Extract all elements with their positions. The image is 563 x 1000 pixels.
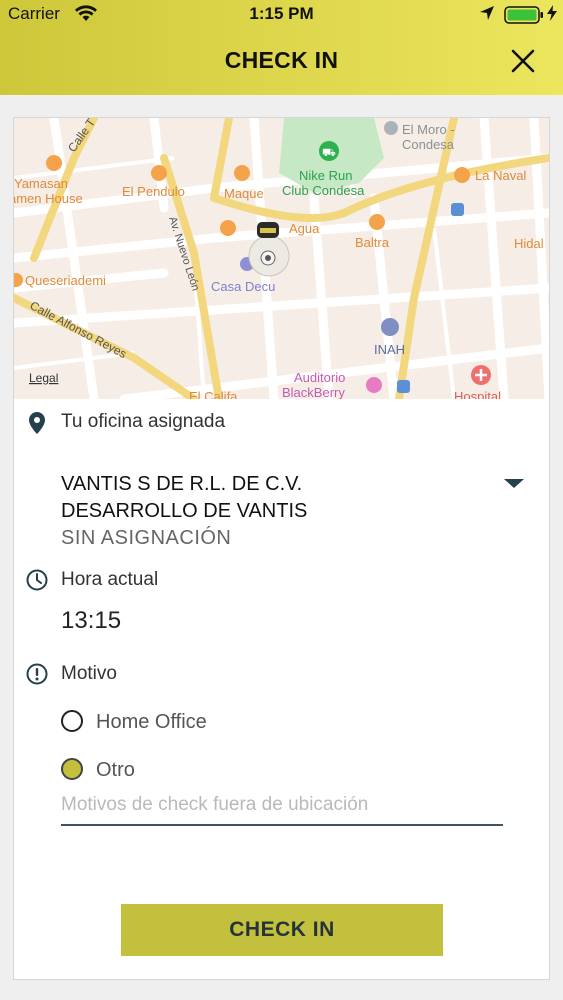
map-label-el-moro-2: Condesa bbox=[402, 137, 455, 152]
motivo-label: Motivo bbox=[61, 663, 117, 684]
map-legal-link: Legal bbox=[29, 371, 58, 385]
office-label: Tu oficina asignada bbox=[61, 411, 226, 432]
map-label-hidal: Hidal bbox=[514, 236, 544, 251]
radio-otro-label[interactable]: Otro bbox=[96, 759, 135, 782]
battery-icon bbox=[504, 6, 543, 24]
hora-value: 13:15 bbox=[61, 607, 122, 634]
close-icon[interactable] bbox=[509, 47, 537, 75]
page-title: CHECK IN bbox=[224, 47, 339, 73]
map-label-baltra: Baltra bbox=[355, 235, 390, 250]
map-label-auditorio-1: Auditorio bbox=[294, 370, 345, 385]
map-label-casa-decu: Casa Decu bbox=[211, 279, 275, 294]
map-label-nike-2: Club Condesa bbox=[282, 183, 365, 198]
location-pin-icon bbox=[29, 412, 45, 434]
map-label-el-califa: El Califa bbox=[189, 389, 238, 399]
map-label-hospital: Hospital bbox=[454, 389, 501, 399]
map-label-queseriademi: Queseriademi bbox=[25, 273, 106, 288]
office-status: SIN ASIGNACIÓN bbox=[61, 527, 232, 549]
header-bar: Carrier 1:15 PM CHECK IN bbox=[0, 0, 563, 95]
chevron-down-icon[interactable] bbox=[501, 474, 527, 492]
location-map[interactable]: ⛟ Nike Run Club Condesa El Moro - Condes… bbox=[14, 118, 549, 399]
map-label-el-pendulo: El Pendulo bbox=[122, 184, 185, 199]
office-name: VANTIS S DE R.L. DE C.V. bbox=[61, 473, 303, 495]
charging-bolt-icon bbox=[547, 5, 557, 21]
clock-icon bbox=[26, 569, 48, 591]
reason-input[interactable] bbox=[61, 785, 503, 826]
map-label-yamasan-1: Yamasan bbox=[14, 176, 68, 191]
svg-text:⛟: ⛟ bbox=[322, 147, 336, 159]
radio-otro[interactable] bbox=[61, 758, 83, 780]
map-label-maque: Maque bbox=[224, 186, 264, 201]
map-label-inah: INAH bbox=[374, 342, 405, 357]
hora-label: Hora actual bbox=[61, 569, 159, 590]
office-department: DESARROLLO DE VANTIS bbox=[61, 500, 308, 522]
status-bar: Carrier 1:15 PM bbox=[0, 0, 563, 28]
alert-icon bbox=[26, 663, 48, 685]
map-label-la-naval: La Naval bbox=[475, 168, 526, 183]
map-label-yamasan-2: amen House bbox=[14, 191, 83, 206]
location-arrow-icon bbox=[480, 6, 494, 20]
map-label-auditorio-2: BlackBerry bbox=[282, 385, 345, 399]
radio-home-office-label[interactable]: Home Office bbox=[96, 711, 207, 734]
map-label-agua: Agua bbox=[289, 221, 320, 236]
map-label-el-moro-1: El Moro - bbox=[402, 122, 455, 137]
map-label-nike-1: Nike Run bbox=[299, 168, 352, 183]
radio-home-office[interactable] bbox=[61, 710, 83, 732]
checkin-card: ⛟ Nike Run Club Condesa El Moro - Condes… bbox=[13, 117, 550, 980]
checkin-button[interactable]: CHECK IN bbox=[121, 904, 443, 956]
